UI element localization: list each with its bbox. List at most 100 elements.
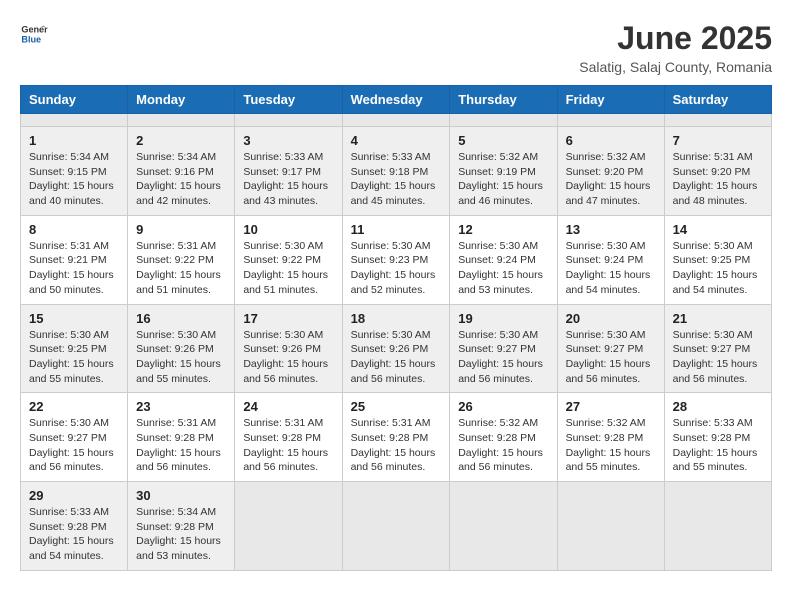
day-number: 5 <box>458 133 548 148</box>
cell-detail: Sunrise: 5:31 AMSunset: 9:20 PMDaylight:… <box>673 150 763 209</box>
day-number: 15 <box>29 311 119 326</box>
day-number: 22 <box>29 399 119 414</box>
day-number: 12 <box>458 222 548 237</box>
calendar-subtitle: Salatig, Salaj County, Romania <box>579 59 772 75</box>
calendar-cell <box>450 114 557 127</box>
cell-detail: Sunrise: 5:34 AMSunset: 9:15 PMDaylight:… <box>29 150 119 209</box>
day-header-saturday: Saturday <box>664 86 771 114</box>
calendar-cell <box>21 114 128 127</box>
day-header-monday: Monday <box>128 86 235 114</box>
calendar-cell <box>664 482 771 571</box>
cell-detail: Sunrise: 5:33 AMSunset: 9:17 PMDaylight:… <box>243 150 333 209</box>
cell-detail: Sunrise: 5:31 AMSunset: 9:22 PMDaylight:… <box>136 239 226 298</box>
day-number: 19 <box>458 311 548 326</box>
calendar-cell: 10 Sunrise: 5:30 AMSunset: 9:22 PMDayligh… <box>235 215 342 304</box>
title-area: June 2025 Salatig, Salaj County, Romania <box>579 20 772 75</box>
day-number: 30 <box>136 488 226 503</box>
calendar-week-row: 8Sunrise: 5:31 AMSunset: 9:21 PMDaylight… <box>21 215 772 304</box>
calendar-cell <box>342 482 450 571</box>
calendar-cell: 8Sunrise: 5:31 AMSunset: 9:21 PMDaylight… <box>21 215 128 304</box>
day-number: 9 <box>136 222 226 237</box>
cell-detail: Sunrise: 5:31 AMSunset: 9:28 PMDaylight:… <box>243 416 333 475</box>
cell-detail: Sunrise: 5:32 AMSunset: 9:19 PMDaylight:… <box>458 150 548 209</box>
day-header-sunday: Sunday <box>21 86 128 114</box>
calendar-cell: 1 Sunrise: 5:34 AMSunset: 9:15 PMDaylight… <box>21 127 128 216</box>
calendar-cell: 2Sunrise: 5:34 AMSunset: 9:16 PMDaylight… <box>128 127 235 216</box>
cell-detail: Sunrise: 5:30 AMSunset: 9:27 PMDaylight:… <box>673 328 763 387</box>
cell-detail: Sunrise: 5:30 AMSunset: 9:25 PMDaylight:… <box>673 239 763 298</box>
cell-detail: Sunrise: 5:34 AMSunset: 9:16 PMDaylight:… <box>136 150 226 209</box>
day-number: 11 <box>351 222 442 237</box>
day-number: 18 <box>351 311 442 326</box>
day-number: 28 <box>673 399 763 414</box>
day-number: 21 <box>673 311 763 326</box>
cell-detail: Sunrise: 5:30 AMSunset: 9:27 PMDaylight:… <box>566 328 656 387</box>
header: General Blue June 2025 Salatig, Salaj Co… <box>20 20 772 75</box>
cell-detail: Sunrise: 5:30 AMSunset: 9:24 PMDaylight:… <box>458 239 548 298</box>
cell-detail: Sunrise: 5:32 AMSunset: 9:28 PMDaylight:… <box>566 416 656 475</box>
calendar-cell <box>235 482 342 571</box>
calendar-cell <box>128 114 235 127</box>
calendar-cell: 16Sunrise: 5:30 AMSunset: 9:26 PMDayligh… <box>128 304 235 393</box>
calendar-cell: 22Sunrise: 5:30 AMSunset: 9:27 PMDayligh… <box>21 393 128 482</box>
calendar-cell: 7 Sunrise: 5:31 AMSunset: 9:20 PMDaylight… <box>664 127 771 216</box>
calendar-cell: 27 Sunrise: 5:32 AMSunset: 9:28 PMDayligh… <box>557 393 664 482</box>
day-number: 24 <box>243 399 333 414</box>
calendar-cell <box>235 114 342 127</box>
calendar-cell: 9 Sunrise: 5:31 AMSunset: 9:22 PMDaylight… <box>128 215 235 304</box>
calendar-table: SundayMondayTuesdayWednesdayThursdayFrid… <box>20 85 772 571</box>
day-number: 4 <box>351 133 442 148</box>
day-header-tuesday: Tuesday <box>235 86 342 114</box>
day-number: 10 <box>243 222 333 237</box>
logo-icon: General Blue <box>20 20 48 48</box>
cell-detail: Sunrise: 5:30 AMSunset: 9:22 PMDaylight:… <box>243 239 333 298</box>
cell-detail: Sunrise: 5:31 AMSunset: 9:28 PMDaylight:… <box>136 416 226 475</box>
calendar-cell <box>664 114 771 127</box>
calendar-cell: 18Sunrise: 5:30 AMSunset: 9:26 PMDayligh… <box>342 304 450 393</box>
calendar-week-row: 22Sunrise: 5:30 AMSunset: 9:27 PMDayligh… <box>21 393 772 482</box>
cell-detail: Sunrise: 5:30 AMSunset: 9:24 PMDaylight:… <box>566 239 656 298</box>
day-number: 7 <box>673 133 763 148</box>
calendar-cell <box>557 482 664 571</box>
logo: General Blue <box>20 20 48 48</box>
calendar-week-row: 29Sunrise: 5:33 AMSunset: 9:28 PMDayligh… <box>21 482 772 571</box>
day-number: 13 <box>566 222 656 237</box>
cell-detail: Sunrise: 5:32 AMSunset: 9:20 PMDaylight:… <box>566 150 656 209</box>
calendar-cell: 14Sunrise: 5:30 AMSunset: 9:25 PMDayligh… <box>664 215 771 304</box>
calendar-cell: 5 Sunrise: 5:32 AMSunset: 9:19 PMDaylight… <box>450 127 557 216</box>
svg-text:Blue: Blue <box>21 34 41 44</box>
calendar-week-row <box>21 114 772 127</box>
cell-detail: Sunrise: 5:32 AMSunset: 9:28 PMDaylight:… <box>458 416 548 475</box>
calendar-cell: 15 Sunrise: 5:30 AMSunset: 9:25 PMDayligh… <box>21 304 128 393</box>
day-number: 1 <box>29 133 119 148</box>
calendar-cell: 24 Sunrise: 5:31 AMSunset: 9:28 PMDayligh… <box>235 393 342 482</box>
cell-detail: Sunrise: 5:31 AMSunset: 9:28 PMDaylight:… <box>351 416 442 475</box>
day-number: 26 <box>458 399 548 414</box>
calendar-header-row: SundayMondayTuesdayWednesdayThursdayFrid… <box>21 86 772 114</box>
calendar-cell <box>450 482 557 571</box>
cell-detail: Sunrise: 5:33 AMSunset: 9:18 PMDaylight:… <box>351 150 442 209</box>
calendar-cell: 3 Sunrise: 5:33 AMSunset: 9:17 PMDaylight… <box>235 127 342 216</box>
calendar-cell <box>342 114 450 127</box>
calendar-cell: 6 Sunrise: 5:32 AMSunset: 9:20 PMDaylight… <box>557 127 664 216</box>
cell-detail: Sunrise: 5:30 AMSunset: 9:25 PMDaylight:… <box>29 328 119 387</box>
calendar-cell: 23Sunrise: 5:31 AMSunset: 9:28 PMDayligh… <box>128 393 235 482</box>
calendar-cell: 17 Sunrise: 5:30 AMSunset: 9:26 PMDayligh… <box>235 304 342 393</box>
calendar-cell: 19Sunrise: 5:30 AMSunset: 9:27 PMDayligh… <box>450 304 557 393</box>
calendar-cell: 26 Sunrise: 5:32 AMSunset: 9:28 PMDayligh… <box>450 393 557 482</box>
calendar-cell: 12 Sunrise: 5:30 AMSunset: 9:24 PMDayligh… <box>450 215 557 304</box>
day-number: 3 <box>243 133 333 148</box>
calendar-cell: 20 Sunrise: 5:30 AMSunset: 9:27 PMDayligh… <box>557 304 664 393</box>
day-number: 27 <box>566 399 656 414</box>
day-header-friday: Friday <box>557 86 664 114</box>
cell-detail: Sunrise: 5:30 AMSunset: 9:26 PMDaylight:… <box>243 328 333 387</box>
day-header-thursday: Thursday <box>450 86 557 114</box>
calendar-cell: 25Sunrise: 5:31 AMSunset: 9:28 PMDayligh… <box>342 393 450 482</box>
calendar-cell: 4 Sunrise: 5:33 AMSunset: 9:18 PMDaylight… <box>342 127 450 216</box>
day-number: 17 <box>243 311 333 326</box>
calendar-cell: 13 Sunrise: 5:30 AMSunset: 9:24 PMDayligh… <box>557 215 664 304</box>
day-number: 20 <box>566 311 656 326</box>
calendar-week-row: 1 Sunrise: 5:34 AMSunset: 9:15 PMDaylight… <box>21 127 772 216</box>
cell-detail: Sunrise: 5:33 AMSunset: 9:28 PMDaylight:… <box>29 505 119 564</box>
day-number: 6 <box>566 133 656 148</box>
